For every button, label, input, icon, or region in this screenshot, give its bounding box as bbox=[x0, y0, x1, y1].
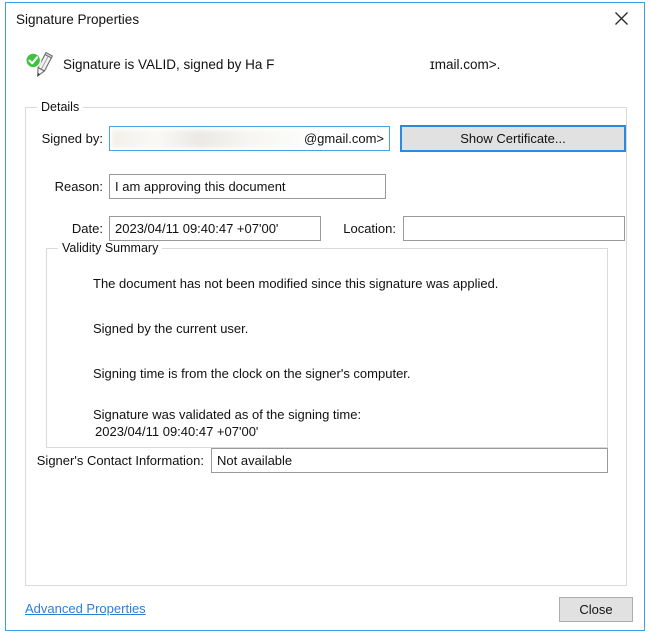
validity-line: Signing time is from the clock on the si… bbox=[93, 366, 411, 381]
validity-line: Signature was validated as of the signin… bbox=[93, 407, 362, 422]
signature-properties-dialog: Signature Properties Signature is VALID,… bbox=[5, 2, 645, 631]
signed-by-input[interactable]: @gmail.com> bbox=[109, 126, 390, 151]
signed-by-label: Signed by: bbox=[41, 131, 103, 146]
status-text-before: Signature is VALID, signed by Ha F bbox=[63, 57, 275, 72]
validity-summary-legend: Validity Summary bbox=[58, 241, 163, 255]
date-value: 2023/04/11 09:40:47 +07'00' bbox=[115, 221, 279, 236]
status-text-after: ɪmail.com>. bbox=[429, 57, 501, 72]
contact-information-label: Signer's Contact Information: bbox=[36, 453, 204, 468]
reason-input[interactable]: I am approving this document bbox=[109, 174, 386, 199]
close-button[interactable]: Close bbox=[559, 597, 633, 622]
advanced-properties-link[interactable]: Advanced Properties bbox=[25, 601, 146, 616]
window-title: Signature Properties bbox=[16, 12, 140, 27]
signature-status-text: Signature is VALID, signed by Ha F ɪmail… bbox=[63, 57, 500, 72]
validity-validated-time: 2023/04/11 09:40:47 +07'00' bbox=[95, 424, 259, 439]
title-bar: Signature Properties bbox=[6, 3, 644, 37]
close-icon[interactable] bbox=[598, 3, 644, 34]
validity-line: The document has not been modified since… bbox=[93, 276, 499, 291]
location-input[interactable] bbox=[403, 216, 625, 241]
location-label: Location: bbox=[343, 221, 396, 236]
details-legend: Details bbox=[37, 100, 84, 114]
signed-by-redaction bbox=[112, 130, 302, 148]
date-input[interactable]: 2023/04/11 09:40:47 +07'00' bbox=[109, 216, 321, 241]
signature-valid-glyph bbox=[25, 51, 54, 78]
date-label: Date: bbox=[71, 221, 103, 236]
signature-status-row: Signature is VALID, signed by Ha F ɪmail… bbox=[6, 49, 644, 85]
reason-label: Reason: bbox=[54, 179, 103, 194]
show-certificate-button[interactable]: Show Certificate... bbox=[400, 125, 626, 152]
contact-information-input[interactable]: Not available bbox=[211, 448, 608, 473]
validity-line: Signed by the current user. bbox=[93, 321, 249, 336]
validity-summary-groupbox: Validity Summary The document has not be… bbox=[46, 241, 608, 448]
details-groupbox: Details Signed by: @gmail.com> Show Cert… bbox=[25, 100, 627, 586]
signature-valid-icon bbox=[24, 51, 54, 81]
contact-information-value: Not available bbox=[217, 453, 293, 468]
signed-by-value: @gmail.com> bbox=[303, 131, 384, 146]
reason-value: I am approving this document bbox=[115, 179, 286, 194]
close-glyph bbox=[614, 12, 628, 25]
